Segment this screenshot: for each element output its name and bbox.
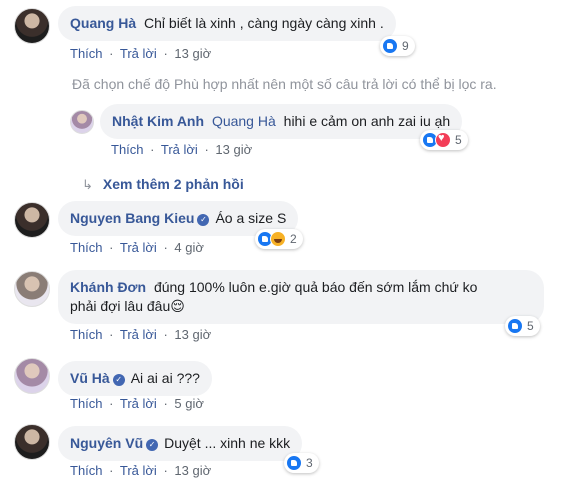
reply-button[interactable]: Trả lời bbox=[120, 463, 157, 478]
separator: · bbox=[109, 240, 114, 255]
comment-text: Chỉ biết là xinh , càng ngày càng xinh . bbox=[144, 15, 384, 31]
view-more-replies-link[interactable]: ↳ Xem thêm 2 phản hồi bbox=[82, 176, 244, 193]
avatar[interactable] bbox=[14, 202, 50, 238]
reply-button[interactable]: Trả lời bbox=[161, 142, 198, 157]
timestamp[interactable]: 13 giờ bbox=[174, 46, 211, 61]
comment-actions: Thích · Trả lời · 13 giờ bbox=[70, 327, 211, 342]
commenter-name[interactable]: Nguyên Vũ bbox=[70, 435, 143, 451]
filter-notice: Đã chọn chế độ Phù hợp nhất nên một số c… bbox=[72, 76, 497, 92]
separator: · bbox=[150, 142, 155, 157]
timestamp[interactable]: 4 giờ bbox=[174, 240, 204, 255]
reaction-summary[interactable]: 5 bbox=[420, 130, 468, 150]
separator: · bbox=[163, 327, 168, 342]
like-button[interactable]: Thích bbox=[70, 463, 103, 478]
reaction-summary[interactable]: 5 bbox=[505, 316, 540, 336]
reaction-count: 2 bbox=[290, 232, 297, 246]
comment-actions: Thích · Trả lời · 4 giờ bbox=[70, 240, 204, 255]
love-reaction-icon bbox=[435, 132, 451, 148]
like-button[interactable]: Thích bbox=[70, 327, 103, 342]
commenter-name[interactable]: Khánh Đơn bbox=[70, 279, 146, 295]
verified-badge-icon: ✓ bbox=[112, 374, 125, 386]
comment-text: Áo a size S bbox=[215, 210, 287, 226]
avatar[interactable] bbox=[70, 110, 94, 134]
separator: · bbox=[204, 142, 209, 157]
comment-text: hihi e cảm on anh zai iu ạh bbox=[283, 113, 451, 129]
reaction-summary[interactable]: 9 bbox=[380, 36, 415, 56]
separator: · bbox=[109, 463, 114, 478]
comment-text-line1: đúng 100% luôn e.giờ quả báo đến sớm lắm… bbox=[153, 279, 478, 295]
commenter-name[interactable]: Quang Hà bbox=[70, 15, 136, 31]
separator: · bbox=[163, 396, 168, 411]
reply-button[interactable]: Trả lời bbox=[120, 240, 157, 255]
reply-button[interactable]: Trả lời bbox=[120, 46, 157, 61]
commenter-name[interactable]: Vũ Hà bbox=[70, 370, 110, 386]
comment-text: Ai ai ai ??? bbox=[130, 370, 200, 386]
comment-actions: Thích · Trả lời · 5 giờ bbox=[70, 396, 204, 411]
comment-actions: Thích · Trả lời · 13 giờ bbox=[111, 142, 252, 157]
avatar[interactable] bbox=[14, 271, 50, 307]
comment-bubble: Quang Hà Chỉ biết là xinh , càng ngày cà… bbox=[58, 6, 396, 41]
separator: · bbox=[109, 327, 114, 342]
reaction-count: 5 bbox=[455, 133, 462, 147]
timestamp[interactable]: 13 giờ bbox=[174, 463, 211, 478]
commenter-name[interactable]: Nguyen Bang Kieu bbox=[70, 210, 194, 226]
separator: · bbox=[109, 46, 114, 61]
separator: · bbox=[163, 46, 168, 61]
reply-button[interactable]: Trả lời bbox=[120, 327, 157, 342]
verified-badge-icon: ✓ bbox=[197, 214, 210, 226]
reaction-count: 9 bbox=[402, 39, 409, 53]
like-button[interactable]: Thích bbox=[70, 240, 103, 255]
reply-arrow-icon: ↳ bbox=[82, 177, 93, 192]
mention-link[interactable]: Quang Hà bbox=[212, 113, 276, 129]
avatar[interactable] bbox=[14, 8, 50, 44]
like-button[interactable]: Thích bbox=[111, 142, 144, 157]
separator: · bbox=[109, 396, 114, 411]
reaction-summary[interactable]: 2 bbox=[255, 229, 303, 249]
comment-actions: Thích · Trả lời · 13 giờ bbox=[70, 46, 211, 61]
avatar[interactable] bbox=[14, 424, 50, 460]
comment-bubble: Nguyên Vũ ✓ Duyệt ... xinh ne kkk bbox=[58, 426, 303, 461]
timestamp[interactable]: 13 giờ bbox=[215, 142, 252, 157]
comment-text-line2: phải đợi lâu đâu😌 bbox=[70, 298, 185, 314]
like-reaction-icon bbox=[286, 455, 302, 471]
comment-bubble: Khánh Đơn đúng 100% luôn e.giờ quả báo đ… bbox=[58, 270, 544, 324]
view-more-label: Xem thêm 2 phản hồi bbox=[102, 176, 244, 192]
reply-button[interactable]: Trả lời bbox=[120, 396, 157, 411]
reaction-count: 3 bbox=[306, 456, 313, 470]
like-button[interactable]: Thích bbox=[70, 396, 103, 411]
timestamp[interactable]: 13 giờ bbox=[174, 327, 211, 342]
like-reaction-icon bbox=[382, 38, 398, 54]
like-button[interactable]: Thích bbox=[70, 46, 103, 61]
comment-actions: Thích · Trả lời · 13 giờ bbox=[70, 463, 211, 478]
verified-badge-icon: ✓ bbox=[146, 439, 159, 451]
avatar[interactable] bbox=[14, 358, 50, 394]
like-reaction-icon bbox=[507, 318, 523, 334]
reaction-summary[interactable]: 3 bbox=[284, 453, 319, 473]
comment-text: Duyệt ... xinh ne kkk bbox=[164, 435, 291, 451]
reaction-count: 5 bbox=[527, 319, 534, 333]
haha-reaction-icon bbox=[270, 231, 286, 247]
comment-bubble: Vũ Hà ✓ Ai ai ai ??? bbox=[58, 361, 212, 396]
commenter-name[interactable]: Nhật Kim Anh bbox=[112, 113, 204, 129]
reply-bubble: Nhật Kim Anh Quang Hà hihi e cảm on anh … bbox=[100, 104, 463, 139]
separator: · bbox=[163, 463, 168, 478]
separator: · bbox=[163, 240, 168, 255]
timestamp[interactable]: 5 giờ bbox=[174, 396, 204, 411]
